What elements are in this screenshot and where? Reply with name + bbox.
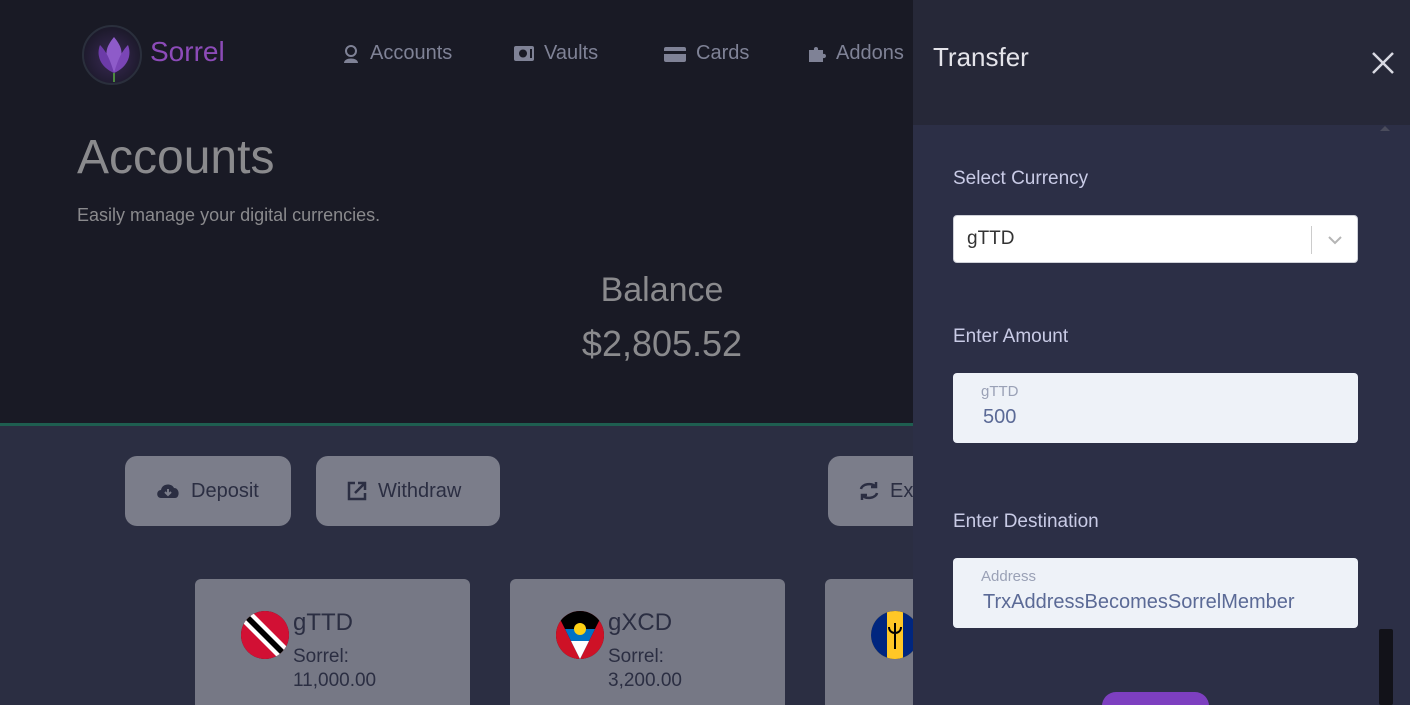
brand-name[interactable]: Sorrel xyxy=(150,36,225,68)
barbados-flag xyxy=(871,611,919,659)
sorrel-logo[interactable] xyxy=(82,25,142,85)
withdraw-label: Withdraw xyxy=(378,479,462,502)
card-icon xyxy=(664,46,686,62)
nav-addons[interactable]: Addons xyxy=(807,42,904,65)
account-card-gttd[interactable]: gTTD Sorrel: 11,000.00 xyxy=(195,579,470,705)
account-amount: 11,000.00 xyxy=(293,670,377,691)
cloud-download-icon xyxy=(157,484,179,498)
trinidad-and-tobago-flag xyxy=(241,611,289,659)
antigua-and-barbuda-flag xyxy=(556,611,604,659)
nav-vaults[interactable]: Vaults xyxy=(513,42,598,65)
account-code: gTTD xyxy=(293,609,353,636)
account-label: Sorrel: xyxy=(608,646,664,667)
chevron-down-icon[interactable] xyxy=(1326,231,1344,249)
account-balance: Sorrel: 11,000.00 xyxy=(293,645,376,693)
drawer-scrollbar[interactable] xyxy=(1378,125,1392,705)
destination-input[interactable]: Address TrxAddressBecomesSorrelMember xyxy=(953,558,1358,628)
nav-cards[interactable]: Cards xyxy=(663,42,749,65)
flower-icon xyxy=(98,37,130,82)
puzzle-icon xyxy=(809,46,826,62)
submit-button[interactable] xyxy=(1102,692,1209,705)
account-amount: 3,200.00 xyxy=(608,670,682,691)
currency-select[interactable]: gTTD xyxy=(953,215,1358,263)
currency-label: Select Currency xyxy=(953,168,1089,189)
withdraw-button[interactable]: Withdraw xyxy=(316,456,500,526)
deposit-label: Deposit xyxy=(191,479,259,502)
page-title: Accounts xyxy=(77,131,275,184)
account-label: Sorrel: xyxy=(293,646,349,667)
scrollbar-thumb[interactable] xyxy=(1379,629,1393,705)
page-subtitle: Easily manage your digital currencies. xyxy=(77,205,381,225)
select-separator xyxy=(1311,226,1312,254)
amount-input[interactable]: gTTD 500 xyxy=(953,373,1358,443)
destination-value: TrxAddressBecomesSorrelMember xyxy=(983,591,1295,613)
close-icon[interactable] xyxy=(1370,50,1396,76)
transfer-drawer: Transfer Select Currency gTTD Enter Amou… xyxy=(913,0,1410,705)
external-link-icon xyxy=(347,481,367,501)
exchange-label: Ex xyxy=(890,479,914,502)
vault-icon xyxy=(514,45,534,61)
nav-accounts[interactable]: Accounts xyxy=(341,42,452,65)
amount-value: 500 xyxy=(983,406,1017,428)
destination-label: Enter Destination xyxy=(953,511,1099,532)
nav-label: Cards xyxy=(696,42,750,64)
balance-value: $2,805.52 xyxy=(581,323,743,364)
user-badge-icon xyxy=(344,44,358,63)
nav-label: Vaults xyxy=(544,42,599,64)
drawer-header: Transfer xyxy=(913,0,1410,125)
deposit-button[interactable]: Deposit xyxy=(125,456,291,526)
nav-label: Addons xyxy=(836,42,904,64)
account-card-gxcd[interactable]: gXCD Sorrel: 3,200.00 xyxy=(510,579,785,705)
exchange-icon xyxy=(859,482,879,500)
amount-label: Enter Amount xyxy=(953,326,1069,347)
currency-value: gTTD xyxy=(967,228,1015,249)
nav-label: Accounts xyxy=(370,42,453,64)
destination-placeholder: Address xyxy=(981,568,1037,585)
amount-placeholder: gTTD xyxy=(981,383,1019,400)
drawer-title: Transfer xyxy=(933,42,1029,72)
account-balance: Sorrel: 3,200.00 xyxy=(608,645,682,693)
balance-label: Balance xyxy=(600,271,724,309)
account-code: gXCD xyxy=(608,609,673,636)
